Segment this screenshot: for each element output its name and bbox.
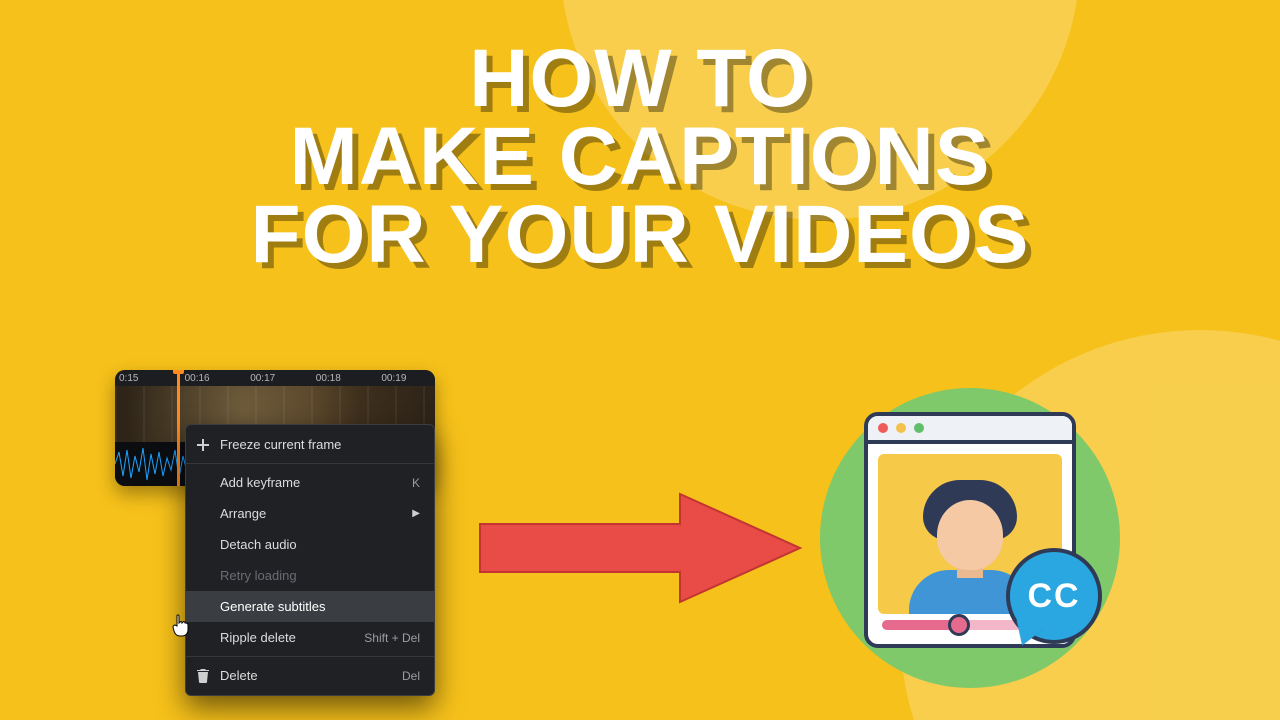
menu-label: Ripple delete — [220, 630, 296, 645]
time-tick: 00:18 — [316, 373, 366, 384]
headline: How to Make Captions For Your Videos — [0, 40, 1280, 274]
time-tick: 00:16 — [185, 373, 235, 384]
window-dot-yellow — [896, 423, 906, 433]
menu-ripple-delete[interactable]: Ripple delete Shift + Del — [186, 622, 434, 653]
trash-icon — [196, 669, 210, 683]
browser-titlebar — [868, 416, 1072, 444]
menu-shortcut: Del — [402, 669, 420, 683]
menu-label: Detach audio — [220, 537, 297, 552]
context-menu: Freeze current frame Add keyframe K Arra… — [185, 424, 435, 696]
time-tick: 00:17 — [250, 373, 300, 384]
menu-shortcut: Shift + Del — [364, 631, 420, 645]
window-dot-red — [878, 423, 888, 433]
menu-label: Arrange — [220, 506, 266, 521]
playhead[interactable] — [177, 370, 180, 486]
menu-retry-loading: Retry loading — [186, 560, 434, 591]
headline-line-2: Make Captions — [0, 118, 1280, 196]
thumbnail-stage: How to Make Captions For Your Videos 0:1… — [0, 0, 1280, 720]
menu-shortcut: K — [412, 476, 420, 490]
menu-label: Add keyframe — [220, 475, 300, 490]
menu-delete[interactable]: Delete Del — [186, 660, 434, 691]
time-tick: 0:15 — [119, 373, 169, 384]
cursor-pointer-icon — [172, 614, 192, 638]
menu-arrange[interactable]: Arrange ▶ — [186, 498, 434, 529]
arrow-right-icon — [470, 488, 810, 608]
menu-freeze-frame[interactable]: Freeze current frame — [186, 429, 434, 460]
cc-illustration: CC — [820, 388, 1120, 688]
menu-separator — [186, 463, 434, 464]
headline-line-1: How to — [0, 40, 1280, 118]
menu-separator — [186, 656, 434, 657]
window-dot-green — [914, 423, 924, 433]
chevron-right-icon: ▶ — [412, 508, 420, 519]
cc-label: CC — [1027, 577, 1080, 616]
menu-add-keyframe[interactable]: Add keyframe K — [186, 467, 434, 498]
menu-detach-audio[interactable]: Detach audio — [186, 529, 434, 560]
menu-generate-subtitles[interactable]: Generate subtitles — [186, 591, 434, 622]
menu-label: Freeze current frame — [220, 437, 341, 452]
menu-label: Delete — [220, 668, 258, 683]
menu-label: Retry loading — [220, 568, 297, 583]
headline-line-3: For Your Videos — [0, 196, 1280, 274]
time-tick: 00:19 — [381, 373, 431, 384]
plus-icon — [196, 438, 210, 452]
time-ruler: 0:15 00:16 00:17 00:18 00:19 — [115, 370, 435, 386]
menu-label: Generate subtitles — [220, 599, 326, 614]
